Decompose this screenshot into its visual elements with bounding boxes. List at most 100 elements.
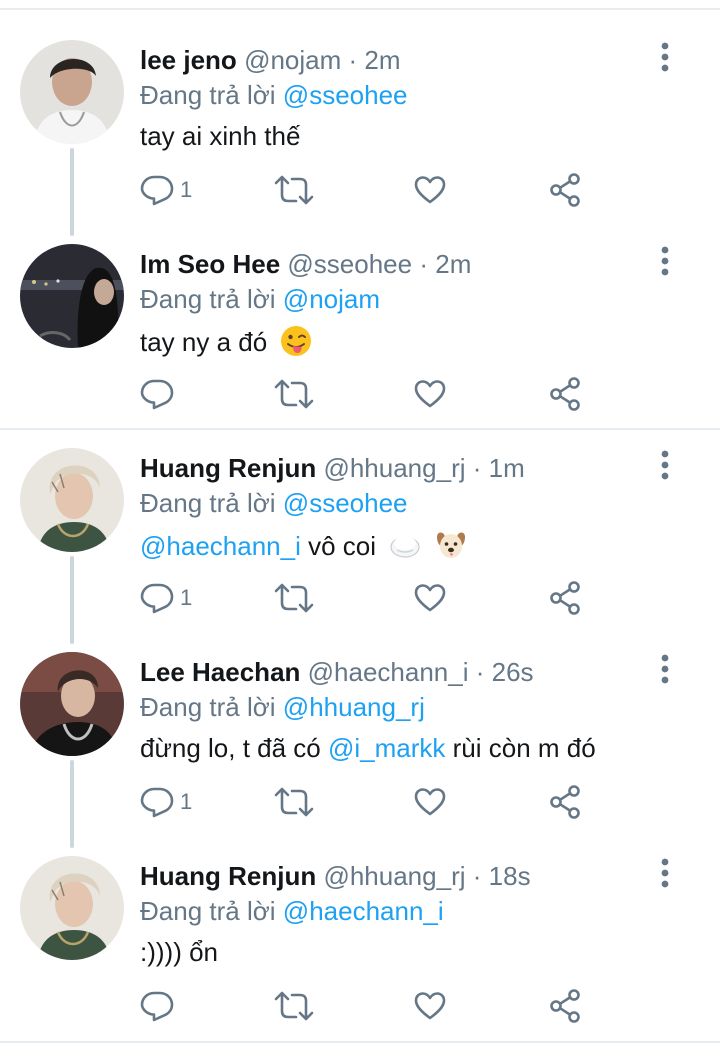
- reply-button[interactable]: 1: [140, 782, 192, 822]
- share-icon: [549, 989, 583, 1023]
- like-button[interactable]: [413, 986, 447, 1026]
- tweet[interactable]: Huang Renjun @hhuang_rj · 18s Đang trả l…: [0, 856, 720, 1060]
- reply-button[interactable]: [140, 374, 180, 414]
- retweet-icon: [274, 785, 314, 819]
- retweet-icon: [274, 377, 314, 411]
- tweet-actions: [140, 986, 600, 1026]
- timestamp[interactable]: 2m: [435, 249, 471, 279]
- tweet-text: tay ny a đó: [140, 325, 312, 363]
- dog-face-emoji: [434, 529, 468, 567]
- mention-link[interactable]: @i_markk: [328, 733, 445, 763]
- tweet-actions: 1: [140, 782, 600, 822]
- display-name[interactable]: Lee Haechan: [140, 657, 300, 687]
- retweet-button[interactable]: [274, 374, 314, 414]
- user-handle[interactable]: @sseohee: [287, 249, 412, 279]
- display-name[interactable]: Im Seo Hee: [140, 249, 280, 279]
- reply-icon: [140, 989, 174, 1023]
- more-options-icon[interactable]: [652, 42, 678, 72]
- timestamp[interactable]: 2m: [364, 45, 400, 75]
- like-button[interactable]: [413, 374, 447, 414]
- mention-link[interactable]: @haechann_i: [140, 531, 301, 561]
- dark-jacket-person-avatar[interactable]: [20, 652, 124, 756]
- share-button[interactable]: [549, 578, 583, 618]
- reply-mention-link[interactable]: @haechann_i: [283, 896, 444, 926]
- separator-dot: ·: [475, 657, 485, 687]
- reply-button[interactable]: [140, 986, 180, 1026]
- reply-icon: [140, 581, 174, 615]
- tweet[interactable]: Huang Renjun @hhuang_rj · 1m Đang trả lờ…: [0, 448, 720, 652]
- person-white-shirt-avatar[interactable]: [20, 40, 124, 144]
- like-button[interactable]: [413, 170, 447, 210]
- share-icon: [549, 377, 583, 411]
- tweet[interactable]: Im Seo Hee @sseohee · 2m Đang trả lời @n…: [0, 244, 720, 448]
- user-handle[interactable]: @nojam: [244, 45, 341, 75]
- share-button[interactable]: [549, 374, 583, 414]
- retweet-icon: [274, 989, 314, 1023]
- reply-count: 1: [180, 177, 193, 202]
- rice-ball-emoji: [389, 529, 421, 567]
- reply-button[interactable]: 1: [140, 170, 192, 210]
- reply-button[interactable]: 1: [140, 578, 192, 618]
- heart-icon: [413, 785, 447, 819]
- share-button[interactable]: [549, 170, 583, 210]
- tweet-text: :)))) ổn: [140, 937, 218, 967]
- tweet-header: lee jeno @nojam · 2m: [140, 45, 401, 75]
- top-divider: [0, 8, 720, 10]
- share-button[interactable]: [549, 986, 583, 1026]
- like-button[interactable]: [413, 782, 447, 822]
- retweet-button[interactable]: [274, 986, 314, 1026]
- display-name[interactable]: lee jeno: [140, 45, 237, 75]
- share-button[interactable]: [549, 782, 583, 822]
- more-options-icon[interactable]: [652, 246, 678, 276]
- blond-person-avatar[interactable]: [20, 448, 124, 552]
- replying-to: Đang trả lời @sseohee: [140, 80, 408, 110]
- user-handle[interactable]: @hhuang_rj: [323, 453, 465, 483]
- reply-mention-link[interactable]: @sseohee: [283, 80, 408, 110]
- tweet[interactable]: lee jeno @nojam · 2m Đang trả lời @sseoh…: [0, 40, 720, 244]
- tweet-header: Huang Renjun @hhuang_rj · 18s: [140, 861, 531, 891]
- separator-dot: ·: [419, 249, 429, 279]
- retweet-button[interactable]: [274, 578, 314, 618]
- replying-to: Đang trả lời @haechann_i: [140, 896, 444, 926]
- winking-tongue-emoji: [280, 325, 312, 363]
- timestamp[interactable]: 1m: [489, 453, 525, 483]
- retweet-icon: [274, 581, 314, 615]
- retweet-button[interactable]: [274, 782, 314, 822]
- like-button[interactable]: [413, 578, 447, 618]
- tweet-text-content: tay ny a đó: [140, 326, 268, 357]
- tweet-actions: 1: [140, 578, 600, 618]
- heart-icon: [413, 377, 447, 411]
- replying-to: Đang trả lời @hhuang_rj: [140, 692, 425, 722]
- reply-count: 1: [180, 789, 193, 814]
- share-icon: [549, 785, 583, 819]
- timestamp[interactable]: 18s: [489, 861, 531, 891]
- display-name[interactable]: Huang Renjun: [140, 453, 316, 483]
- retweet-button[interactable]: [274, 170, 314, 210]
- tweet[interactable]: Lee Haechan @haechann_i · 26s Đang trả l…: [0, 652, 720, 856]
- user-handle[interactable]: @hhuang_rj: [323, 861, 465, 891]
- timestamp[interactable]: 26s: [492, 657, 534, 687]
- reply-mention-link[interactable]: @sseohee: [283, 488, 408, 518]
- more-options-icon[interactable]: [652, 654, 678, 684]
- reply-icon: [140, 173, 174, 207]
- more-options-icon[interactable]: [652, 858, 678, 888]
- more-options-icon[interactable]: [652, 450, 678, 480]
- reply-mention-link[interactable]: @nojam: [283, 284, 380, 314]
- tweet-text: @haechann_i vô coi: [140, 529, 468, 567]
- reply-icon: [140, 785, 174, 819]
- tweet-text: đừng lo, t đã có @i_markk rùi còn m đó: [140, 733, 596, 763]
- user-handle[interactable]: @haechann_i: [308, 657, 469, 687]
- reply-icon: [140, 377, 174, 411]
- separator-dot: ·: [472, 453, 482, 483]
- replying-to-label: Đang trả lời: [140, 896, 276, 926]
- tweet-header: Huang Renjun @hhuang_rj · 1m: [140, 453, 525, 483]
- blond-person-avatar[interactable]: [20, 856, 124, 960]
- night-city-avatar[interactable]: [20, 244, 124, 348]
- share-icon: [549, 581, 583, 615]
- display-name[interactable]: Huang Renjun: [140, 861, 316, 891]
- replying-to: Đang trả lời @sseohee: [140, 488, 408, 518]
- heart-icon: [413, 581, 447, 615]
- reply-count: 1: [180, 585, 193, 610]
- tweet-header: Im Seo Hee @sseohee · 2m: [140, 249, 471, 279]
- reply-mention-link[interactable]: @hhuang_rj: [283, 692, 425, 722]
